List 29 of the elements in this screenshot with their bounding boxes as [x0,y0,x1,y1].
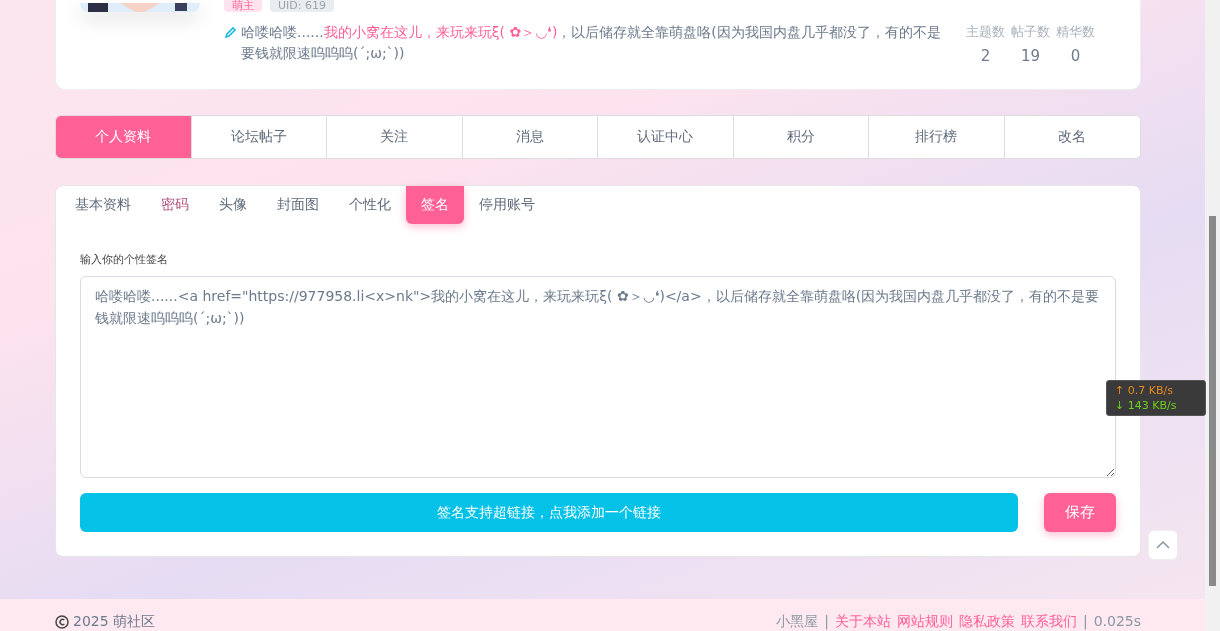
download-speed: ↓ 143 KB/s [1115,399,1178,412]
settings-tab[interactable]: 密码 [146,186,204,224]
settings-tab[interactable]: 封面图 [262,186,334,224]
stat-label: 帖子数 [1011,23,1050,41]
pencil-icon [224,26,237,39]
stat-label: 精华数 [1056,23,1095,41]
copyright-icon [55,615,69,629]
footer-text: 0.025s [1093,613,1141,631]
stat-value: 0 [1070,47,1081,65]
scrollbar[interactable] [1205,0,1220,631]
field-label: 输入你的个性签名 [80,252,169,267]
footer-text: 小黑屋 [776,613,819,631]
copyright-text: 2025 萌社区 [73,613,156,631]
settings-tab[interactable]: 头像 [204,186,262,224]
chevron-up-icon [1156,541,1170,549]
stat-value: 2 [980,47,991,65]
badge: UID: 619 [270,0,334,12]
stat-value: 19 [1020,47,1041,65]
badge: 萌主 [224,0,262,12]
upload-speed: ↑ 0.7 KB/s [1115,384,1174,397]
footer-separator: | [824,613,829,631]
settings-tab[interactable]: 停用账号 [464,186,550,224]
back-to-top-button[interactable] [1148,530,1178,560]
footer-separator: | [1082,613,1088,631]
settings-tab[interactable]: 个性化 [334,186,406,224]
signature-text: 哈喽哈喽......我的小窝在这儿，来玩来玩ξ( ✿＞◡❛)，以后储存就全靠萌盘咯(因为我国内盘几乎都没了，有的不是要钱就限速呜呜呜(´;ω;`)) [241,23,942,63]
signature-field[interactable]: 哈喽哈喽......<a href="https://977958.li<x>nk">我的小窝在这儿，来玩来玩ξ( ✿＞◡❛)</a>，以后储存就全靠萌盘咯(因为我国内盘几乎都没了，有的不是要钱就限速呜呜呜(´;ω;`)) [80,276,1116,478]
settings-tab[interactable]: 基本资料 [60,186,146,224]
stat-label: 主题数 [966,23,1005,41]
